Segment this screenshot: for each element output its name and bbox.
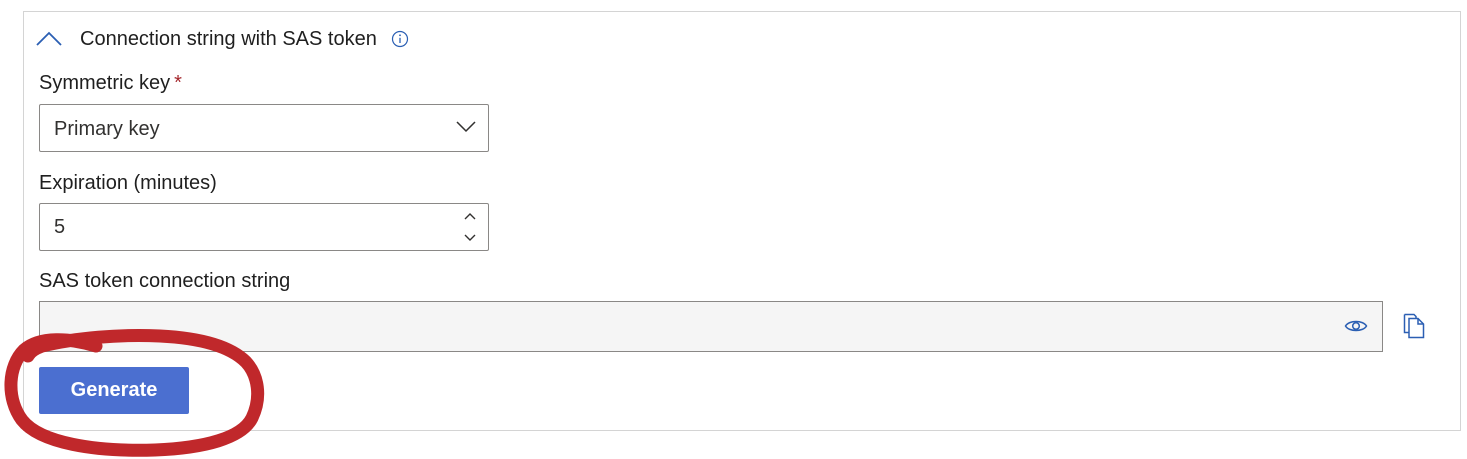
increment-icon[interactable] <box>462 210 478 222</box>
eye-icon[interactable] <box>1344 318 1368 334</box>
required-marker: * <box>174 72 182 94</box>
sas-token-field[interactable] <box>39 301 1383 352</box>
copy-icon[interactable] <box>1403 313 1425 339</box>
expiration-input[interactable] <box>40 204 450 250</box>
expiration-field <box>39 203 489 251</box>
info-icon[interactable] <box>391 30 409 48</box>
generate-button[interactable]: Generate <box>39 367 189 414</box>
symmetric-key-selected: Primary key <box>54 118 160 140</box>
sas-token-label: SAS token connection string <box>39 270 291 292</box>
symmetric-key-dropdown[interactable]: Primary key <box>39 104 489 152</box>
symmetric-key-label-text: Symmetric key <box>39 72 171 94</box>
chevron-down-icon <box>456 121 476 133</box>
chevron-up-icon[interactable] <box>36 31 62 47</box>
section-header[interactable]: Connection string with SAS token <box>36 24 409 54</box>
expiration-label: Expiration (minutes) <box>39 172 217 194</box>
decrement-icon[interactable] <box>462 232 478 244</box>
symmetric-key-label: Symmetric key * <box>39 72 182 95</box>
section-title: Connection string with SAS token <box>80 27 377 50</box>
